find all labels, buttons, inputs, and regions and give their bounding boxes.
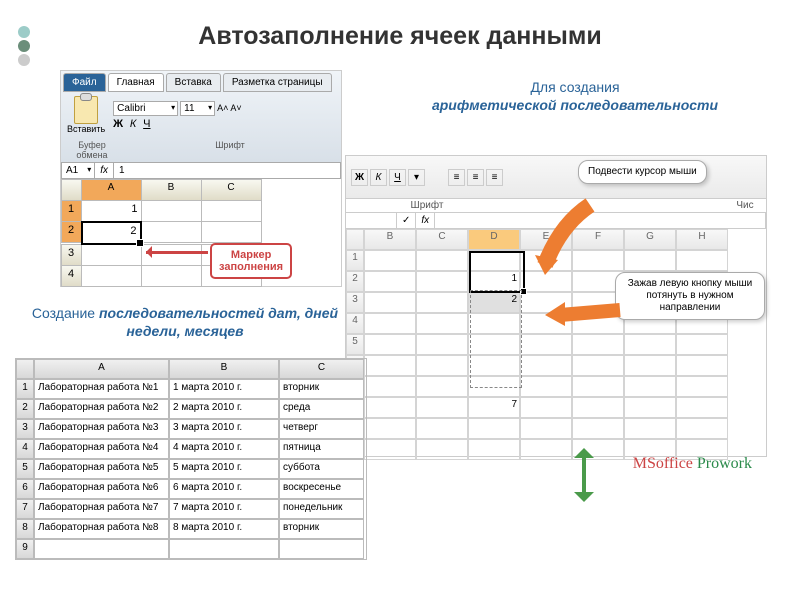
orange-arrow-2 [540,290,630,340]
size-selector[interactable]: 11 [180,101,215,116]
tab-home[interactable]: Главная [108,73,164,92]
watermark: MSoffice Prowork [633,455,752,473]
slide-bullets [18,24,30,68]
clipboard-icon [74,96,98,124]
cell-grid[interactable]: ABC 11 22 3 4 [61,179,341,286]
paste-button[interactable]: Вставить [67,96,105,134]
speech-drag: Зажав левую кнопку мыши потянуть в нужно… [615,272,765,320]
tab-file[interactable]: Файл [63,73,106,92]
orange-arrow-1 [530,195,610,285]
excel-screenshot-1: Файл Главная Вставка Разметка страницы В… [60,70,342,287]
dates-table: ABC1Лабораторная работа №11 марта 2010 г… [15,358,367,560]
callout-fill-handle: Маркер заполнения [210,243,292,279]
formula-bar[interactable]: 1 [114,163,340,178]
name-box[interactable]: A1 [62,163,95,178]
tab-layout[interactable]: Разметка страницы [223,73,332,92]
speech-cursor: Подвести курсор мыши [578,160,707,184]
left-subtitle: Создание последовательностей дат, дней н… [30,304,340,340]
slide-title: Автозаполнение ячеек данными [0,0,800,51]
arrow-to-marker [146,251,208,254]
tab-insert[interactable]: Вставка [166,73,221,92]
right-caption: Для создания арифметической последовател… [400,78,750,114]
green-double-arrow [582,450,586,500]
fx-icon[interactable]: fx [95,163,114,178]
font-selector[interactable]: Calibri [113,101,178,116]
